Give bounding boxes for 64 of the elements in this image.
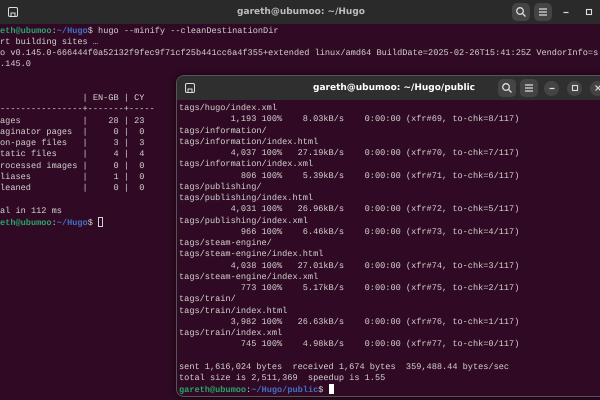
terminal-line: total size is 2,511,369 speedup is 1.55 [179, 373, 386, 384]
menu-button[interactable] [520, 79, 538, 97]
terminal-line: ages | 28 | 23 [0, 116, 144, 127]
terminal-line: 966 100% 6.46kB/s 0:00:00 (xfr#73, to-chk=4/117) [240, 226, 520, 238]
window-title: gareth@ubumoo: ~/Hugo/public [313, 82, 475, 95]
terminal-line: .145.0 [0, 59, 31, 70]
terminal-line: 745 100% 4.98kB/s 0:00:00 (xfr#77, to-chk=0/117) [240, 339, 520, 350]
terminal-line: tags/hugo/index.xml [179, 103, 277, 114]
terminal-line: tags/information/index.xml [179, 159, 314, 170]
prompt-separator: : [52, 26, 57, 36]
terminal-line: tags/information/ [179, 126, 267, 137]
prompt-path: ~/Hugo [56, 218, 88, 228]
terminal-line: 4,037 100% 27.19kB/s 0:00:00 (xfr#70, to-chk=7/117) [230, 148, 520, 160]
new-tab-icon [184, 82, 196, 94]
terminal-line: rocessed images | 0 | 0 [0, 160, 144, 172]
terminal-line: tags/publishing/index.xml [179, 216, 308, 227]
maximize-button[interactable] [567, 80, 582, 96]
terminal-line: tags/steam-engine/index.xml [179, 272, 318, 283]
prompt-symbol: $ [318, 385, 324, 396]
terminal-line: 4,031 100% 26.96kB/s 0:00:00 (xfr#72, to-chk=5/117) [230, 204, 520, 216]
menu-button[interactable] [534, 3, 552, 21]
new-tab-icon [7, 6, 19, 18]
terminal-line: 3,982 100% 26.63kB/s 0:00:00 (xfr#76, to-chk=1/117) [230, 316, 520, 328]
prompt-user: eth@ubumoo [0, 218, 52, 228]
terminal-line: leaned | 0 | 0 [0, 183, 144, 194]
prompt-symbol: $ [88, 218, 93, 228]
terminal-line: rt building sites … [0, 36, 98, 48]
terminal-line: al in 112 ms [0, 206, 62, 217]
terminal-line: 806 100% 5.39kB/s 0:00:00 (xfr#71, to-chk=6/117) [240, 170, 520, 182]
search-icon [515, 6, 527, 18]
terminal-line: tags/steam-engine/ [179, 238, 272, 250]
menu-icon [537, 6, 549, 18]
terminal-line: aginator pages | 0 | 0 [0, 126, 144, 138]
prompt-user: eth@ubumoo [0, 26, 52, 36]
terminal-line: tags/steam-engine/index.html [179, 249, 324, 260]
terminal-line: liases | 1 | 0 [0, 172, 144, 183]
prompt-path: ~/Hugo [56, 26, 88, 36]
terminal-line: | EN-GB | CY [82, 93, 144, 104]
prompt-user: gareth@ubumoo [179, 385, 246, 396]
terminal-line: tatic files | 4 | 4 [0, 149, 144, 160]
search-icon [501, 82, 513, 94]
terminal-line: ----------------+-------+----- [0, 104, 155, 116]
terminal-line: o v0.145.0-666444f0a52132f9fec9f71cf25b441cc6a4f355+extended linux/amd64 BuildDate=2025-02-26T15:41:25Z VendorInfo=s [0, 48, 598, 60]
terminal-line: tags/train/ [179, 294, 236, 306]
menu-icon [523, 82, 535, 94]
search-button[interactable] [498, 79, 516, 97]
minimize-button[interactable] [544, 80, 559, 96]
command-text: hugo --minify --cleanDestinationDir [98, 26, 279, 36]
terminal-line: 773 100% 5.17kB/s 0:00:00 (xfr#75, to-chk=2/117) [240, 283, 520, 294]
terminal-line: tags/publishing/ [179, 182, 262, 193]
terminal-line: tags/publishing/index.html [179, 193, 314, 204]
terminal-line: 1,193 100% 8.03kB/s 0:00:00 (xfr#69, to-chk=8/117) [230, 114, 520, 126]
prompt-path: ~/Hugo/public [251, 385, 318, 396]
terminal-line: tags/information/index.html [179, 136, 318, 148]
terminal-line: tags/train/index.html [179, 306, 288, 317]
terminal-line: on-page files | 3 | 3 [0, 138, 144, 150]
window-title: gareth@ubumoo: ~/Hugo [237, 6, 365, 19]
terminal-line: sent 1,616,024 bytes received 1,674 bytes 359,488.44 bytes/sec [179, 362, 510, 373]
terminal-line: tags/train/index.xml [179, 328, 282, 340]
prompt-separator: : [246, 385, 252, 396]
terminal-line: 4,038 100% 27.01kB/s 0:00:00 (xfr#74, to-chk=3/117) [230, 260, 520, 272]
prompt-symbol: $ [88, 26, 93, 36]
prompt-separator: : [52, 218, 57, 228]
search-button[interactable] [512, 3, 530, 21]
